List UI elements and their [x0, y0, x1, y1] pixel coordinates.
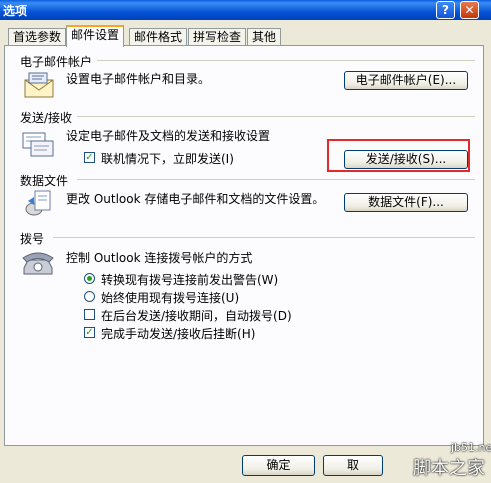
mail-envelope-icon: [24, 72, 54, 98]
cancel-button[interactable]: 取: [323, 455, 383, 476]
send-immediately-checkbox[interactable]: ✓: [84, 152, 95, 163]
always-use-existing-radio[interactable]: [84, 291, 95, 302]
email-accounts-button[interactable]: 电子邮件帐户(E)...: [344, 71, 468, 90]
title-bar: 选项 ? ✕: [0, 0, 491, 20]
watermark-url: jb51.net: [451, 441, 491, 454]
highlight-box: [327, 139, 470, 172]
tab-mail-setup[interactable]: 邮件设置: [66, 25, 125, 47]
ok-button[interactable]: 确定: [242, 455, 315, 476]
data-files-button[interactable]: 数据文件(F)...: [344, 193, 468, 212]
divider: [77, 116, 475, 117]
send-receive-icon: [22, 132, 54, 157]
help-button[interactable]: ?: [436, 1, 455, 19]
email-accounts-description: 设置电子邮件帐户和目录。: [66, 72, 211, 86]
data-files-description: 更改 Outlook 存储电子邮件和文档的文件设置。: [66, 192, 325, 206]
divider: [97, 60, 475, 61]
send-receive-description: 设定电子邮件及文档的发送和接收设置: [66, 129, 271, 143]
send-immediately-label: 联机情况下，立即发送(I): [101, 152, 234, 166]
close-button[interactable]: ✕: [460, 1, 479, 19]
hang-up-checkbox[interactable]: ✓: [84, 327, 95, 338]
always-use-existing-label: 始终使用现有拨号连接(U): [101, 291, 240, 305]
warn-before-switch-label: 转换现有拨号连接前发出警告(W): [101, 273, 279, 287]
hang-up-label: 完成手动发送/接收后挂断(H): [101, 327, 256, 341]
warn-before-switch-radio[interactable]: [84, 273, 95, 284]
tab-other[interactable]: 其他: [247, 28, 282, 45]
telephone-icon: [22, 252, 54, 275]
auto-dial-label: 在后台发送/接收期间，自动拨号(D): [101, 309, 292, 323]
tab-panel: 电子邮件帐户 设置电子邮件帐户和目录。 电子邮件帐户(E)... 发送/接收 设…: [4, 45, 484, 446]
dialup-heading: 拨号: [20, 232, 45, 246]
auto-dial-checkbox[interactable]: [84, 309, 95, 320]
data-file-icon: [25, 190, 51, 216]
watermark-logo: 脚本之家: [413, 458, 485, 479]
tab-preferences[interactable]: 首选参数: [8, 28, 67, 45]
send-receive-heading: 发送/接收: [20, 111, 73, 125]
email-accounts-heading: 电子邮件帐户: [20, 55, 93, 69]
window-title: 选项: [3, 4, 28, 18]
dialup-description: 控制 Outlook 连接拨号帐户的方式: [66, 251, 253, 265]
tab-spelling[interactable]: 拼写检查: [188, 28, 247, 45]
tab-mail-format[interactable]: 邮件格式: [129, 28, 188, 45]
divider: [77, 179, 475, 180]
divider: [53, 237, 475, 238]
